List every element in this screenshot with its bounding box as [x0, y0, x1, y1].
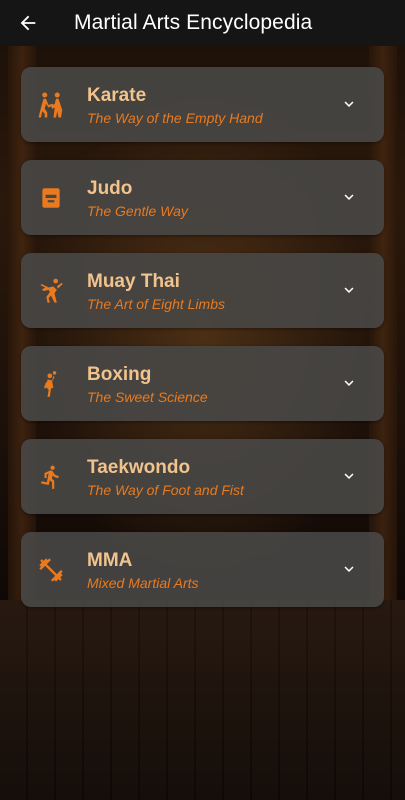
art-card-boxing[interactable]: Boxing The Sweet Science	[21, 346, 384, 421]
art-name: Karate	[87, 84, 147, 106]
back-button[interactable]	[0, 0, 56, 46]
chevron-down-icon[interactable]	[340, 95, 358, 113]
art-name: Judo	[87, 177, 133, 199]
art-card-mma[interactable]: MMA Mixed Martial Arts	[21, 532, 384, 607]
running-icon	[35, 461, 67, 493]
chevron-down-icon[interactable]	[340, 467, 358, 485]
art-name: Muay Thai	[87, 270, 180, 292]
arrow-back-icon	[20, 15, 36, 31]
art-subtitle: The Gentle Way	[87, 202, 188, 219]
background-floor	[0, 600, 405, 800]
chevron-down-icon[interactable]	[340, 188, 358, 206]
kick-icon	[35, 275, 67, 307]
art-subtitle: Mixed Martial Arts	[87, 574, 199, 591]
chevron-down-icon[interactable]	[340, 281, 358, 299]
handball-icon	[35, 368, 67, 400]
art-card-judo[interactable]: Judo The Gentle Way	[21, 160, 384, 235]
art-name: Boxing	[87, 363, 152, 385]
art-name: Taekwondo	[87, 456, 191, 478]
art-card-taekwondo[interactable]: Taekwondo The Way of Foot and Fist	[21, 439, 384, 514]
page-title: Martial Arts Encyclopedia	[74, 11, 313, 34]
art-card-karate[interactable]: Karate The Way of the Empty Hand	[21, 67, 384, 142]
dumbbell-icon	[35, 554, 67, 586]
art-subtitle: The Sweet Science	[87, 388, 208, 405]
app-bar: Martial Arts Encyclopedia	[0, 0, 405, 46]
chevron-down-icon[interactable]	[340, 374, 358, 392]
art-name: MMA	[87, 549, 133, 571]
chevron-down-icon[interactable]	[340, 560, 358, 578]
art-card-muay-thai[interactable]: Muay Thai The Art of Eight Limbs	[21, 253, 384, 328]
art-subtitle: The Way of Foot and Fist	[87, 481, 244, 498]
sports-icon	[35, 182, 67, 214]
sparring-icon	[35, 89, 67, 121]
martial-arts-list: Karate The Way of the Empty Hand Judo Th…	[21, 67, 384, 625]
art-subtitle: The Art of Eight Limbs	[87, 295, 225, 312]
art-subtitle: The Way of the Empty Hand	[87, 109, 263, 126]
